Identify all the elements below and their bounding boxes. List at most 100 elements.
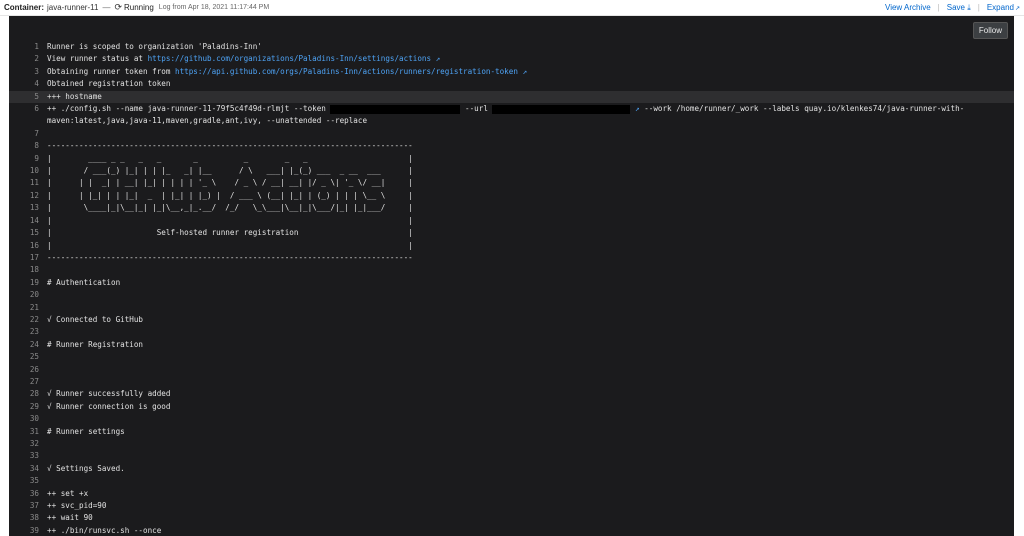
external-link-icon[interactable]: ↗ [518, 67, 527, 76]
line-text [47, 264, 1014, 276]
line-number: 24 [29, 339, 39, 349]
line-number: 38 [29, 513, 39, 523]
line-number: 3 [34, 66, 39, 76]
line-number: 37 [29, 501, 39, 511]
log-line: 9 | ____ _ _ _ _ _ _ _ _ | [9, 153, 1014, 165]
save-label: Save [946, 2, 965, 12]
line-number: 28 [29, 389, 39, 399]
log-line: 19 # Authentication [9, 277, 1014, 289]
log-line: 1 Runner is scoped to organization 'Palad… [9, 41, 1014, 53]
line-text [47, 450, 1014, 462]
line-text [47, 438, 1014, 450]
log-line: 35 [9, 475, 1014, 487]
line-text: ++ set +x [47, 488, 89, 498]
log-line: 34 √ Settings Saved. [9, 463, 1014, 475]
external-link-icon: ↗ [1014, 6, 1020, 12]
log-line: 8 ---------------------------------------… [9, 140, 1014, 152]
log-line: 22 √ Connected to GitHub [9, 314, 1014, 326]
log-line: 17 --------------------------------------… [9, 252, 1014, 264]
log-line: 4 Obtained registration token [9, 78, 1014, 90]
line-text: √ Connected to GitHub [47, 314, 144, 324]
line-text [47, 351, 1014, 363]
header-actions: View Archive | Save ⤓ | Expand↗ [885, 3, 1020, 13]
log-line: 23 [9, 326, 1014, 338]
line-number: 39 [29, 525, 39, 535]
line-number: 6 [34, 104, 39, 114]
view-archive-link[interactable]: View Archive [885, 3, 931, 12]
token-link[interactable]: https://api.github.com/orgs/Paladins-Inn… [175, 67, 518, 76]
log-line: 25 [9, 351, 1014, 363]
log-line: 32 [9, 438, 1014, 450]
line-text: # Runner Registration [47, 339, 144, 349]
line-number: 36 [29, 488, 39, 498]
log-line: 12 | | |_| | | |_| _ | |_| | |_) | / ___ … [9, 190, 1014, 202]
log-line: 31 # Runner settings [9, 426, 1014, 438]
line-text: | / ___(_) |_| | | |_ _| |__ / \ ___| |_… [47, 166, 413, 176]
line-text [47, 364, 1014, 376]
line-text: | | | _| | __| |_| | | | | '_ \ / _ \ / … [47, 178, 413, 188]
line-number: 5 [34, 91, 39, 101]
log-line: 36 ++ set +x [9, 488, 1014, 500]
line-number: 19 [29, 277, 39, 287]
redacted-url [492, 104, 631, 114]
line-number: 15 [29, 228, 39, 238]
line-text: # Authentication [47, 277, 121, 287]
line-text: ++ ./config.sh --name java-runner-11-79f… [47, 103, 1014, 115]
log-line: 20 [9, 289, 1014, 301]
line-text: +++ hostname [47, 91, 102, 101]
line-text: # Runner settings [47, 426, 125, 436]
line-number: 16 [29, 240, 39, 250]
log-line: 6 ++ ./config.sh --name java-runner-11-79… [9, 103, 1014, 115]
expand-link[interactable]: Expand↗ [987, 3, 1020, 12]
line-number: 11 [29, 178, 39, 188]
container-name: java-runner-11 [47, 3, 99, 12]
line-text: √ Settings Saved. [47, 463, 125, 473]
line-number: 21 [29, 302, 39, 312]
line-number: 14 [29, 215, 39, 225]
line-number [9, 115, 47, 127]
line-text: | | [47, 240, 413, 250]
log-line: 14 | | [9, 215, 1014, 227]
line-text-part: --work /home/runner/_work --labels quay.… [644, 104, 965, 114]
log-line: 26 [9, 364, 1014, 376]
line-text: | | |_| | | |_| _ | |_| | |_) | / ___ \ … [47, 190, 413, 200]
line-number: 8 [34, 141, 39, 151]
line-text: | Self-hosted runner registration | [47, 228, 413, 238]
line-text: ----------------------------------------… [47, 252, 413, 262]
line-text [47, 413, 1014, 425]
log-line: 11 | | | _| | __| |_| | | | | '_ \ / _ \ … [9, 177, 1014, 189]
line-number: 22 [29, 314, 39, 324]
log-line: 2 View runner status at https://github.co… [9, 53, 1014, 65]
line-number: 2 [34, 54, 39, 64]
line-text [47, 376, 1014, 388]
log-line: 37 ++ svc_pid=90 [9, 500, 1014, 512]
external-link-icon[interactable]: ↗ [431, 54, 441, 63]
line-number: 27 [29, 376, 39, 386]
line-text: | ____ _ _ _ _ _ _ _ _ | [47, 153, 413, 163]
line-text-part: View runner status at [47, 54, 148, 64]
line-number: 23 [29, 327, 39, 337]
log-line: 16 | | [9, 240, 1014, 252]
save-link[interactable]: Save ⤓ [947, 3, 971, 13]
line-number: 13 [29, 203, 39, 213]
settings-link[interactable]: https://github.com/organizations/Paladin… [148, 54, 431, 63]
line-number: 7 [34, 128, 39, 138]
line-text: ++ wait 90 [47, 513, 93, 523]
log-line: 33 [9, 450, 1014, 462]
line-text [47, 326, 1014, 338]
line-text: maven:latest,java,java-11,maven,gradle,a… [47, 116, 368, 126]
line-number: 12 [29, 190, 39, 200]
external-link-icon[interactable]: ↗ [630, 104, 644, 113]
divider: | [977, 3, 980, 12]
line-text: ++ svc_pid=90 [47, 501, 107, 511]
log-line: 28 √ Runner successfully added [9, 388, 1014, 400]
log-timestamp: Log from Apr 18, 2021 11:17:44 PM [158, 4, 270, 11]
line-text [47, 289, 1014, 301]
log-line: 38 ++ wait 90 [9, 512, 1014, 524]
line-text: View runner status at https://github.com… [47, 53, 1014, 65]
log-viewer[interactable]: Follow 1 Runner is scoped to organization… [9, 16, 1014, 536]
expand-label: Expand [986, 3, 1014, 12]
follow-button[interactable]: Follow [972, 22, 1008, 39]
status-text: Running [123, 3, 154, 12]
line-text: | | [47, 215, 413, 225]
